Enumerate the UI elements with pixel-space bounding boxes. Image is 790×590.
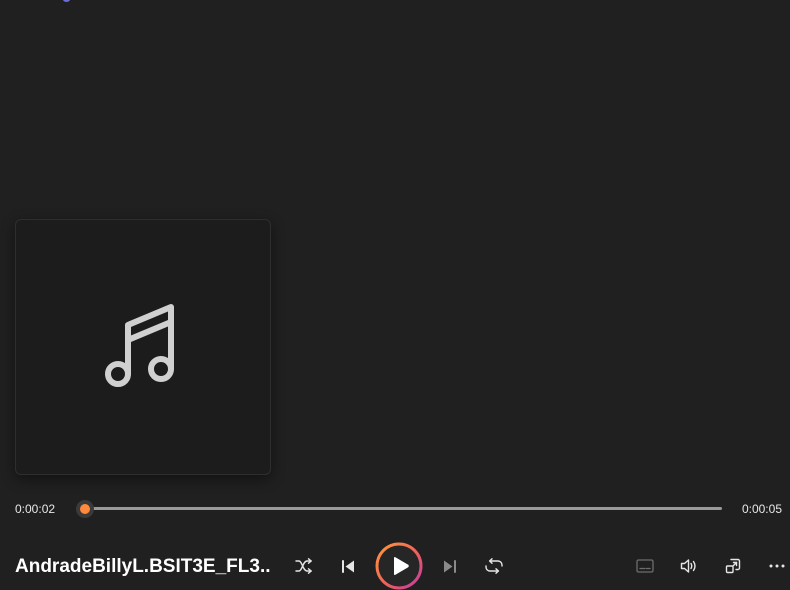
repeat-button[interactable]	[477, 549, 511, 583]
captions-button[interactable]	[628, 549, 662, 583]
volume-icon	[680, 558, 698, 574]
miniplayer-icon	[725, 558, 741, 574]
volume-button[interactable]	[672, 549, 706, 583]
indicator-dot	[63, 0, 70, 2]
more-options-button[interactable]	[760, 549, 790, 583]
miniplayer-button[interactable]	[716, 549, 750, 583]
album-art	[15, 219, 271, 475]
next-icon	[443, 559, 457, 574]
current-time: 0:00:02	[15, 502, 56, 516]
track-title: AndradeBillyL.BSIT3E_FL3...	[15, 556, 270, 577]
play-button[interactable]	[375, 542, 423, 590]
captions-icon	[636, 559, 654, 573]
media-player-window: 0:00:02 0:00:05 AndradeBillyL.BSIT3E_FL3…	[0, 0, 790, 590]
shuffle-button[interactable]	[287, 549, 321, 583]
previous-icon	[341, 559, 355, 574]
seek-thumb[interactable]	[76, 500, 94, 518]
repeat-icon	[485, 558, 503, 574]
seek-bar[interactable]	[76, 500, 722, 518]
more-options-icon	[769, 564, 785, 568]
shuffle-icon	[295, 558, 313, 574]
music-note-icon	[103, 302, 183, 392]
previous-button[interactable]	[331, 549, 365, 583]
play-icon	[392, 556, 410, 581]
total-time: 0:00:05	[741, 502, 782, 516]
next-button[interactable]	[433, 549, 467, 583]
